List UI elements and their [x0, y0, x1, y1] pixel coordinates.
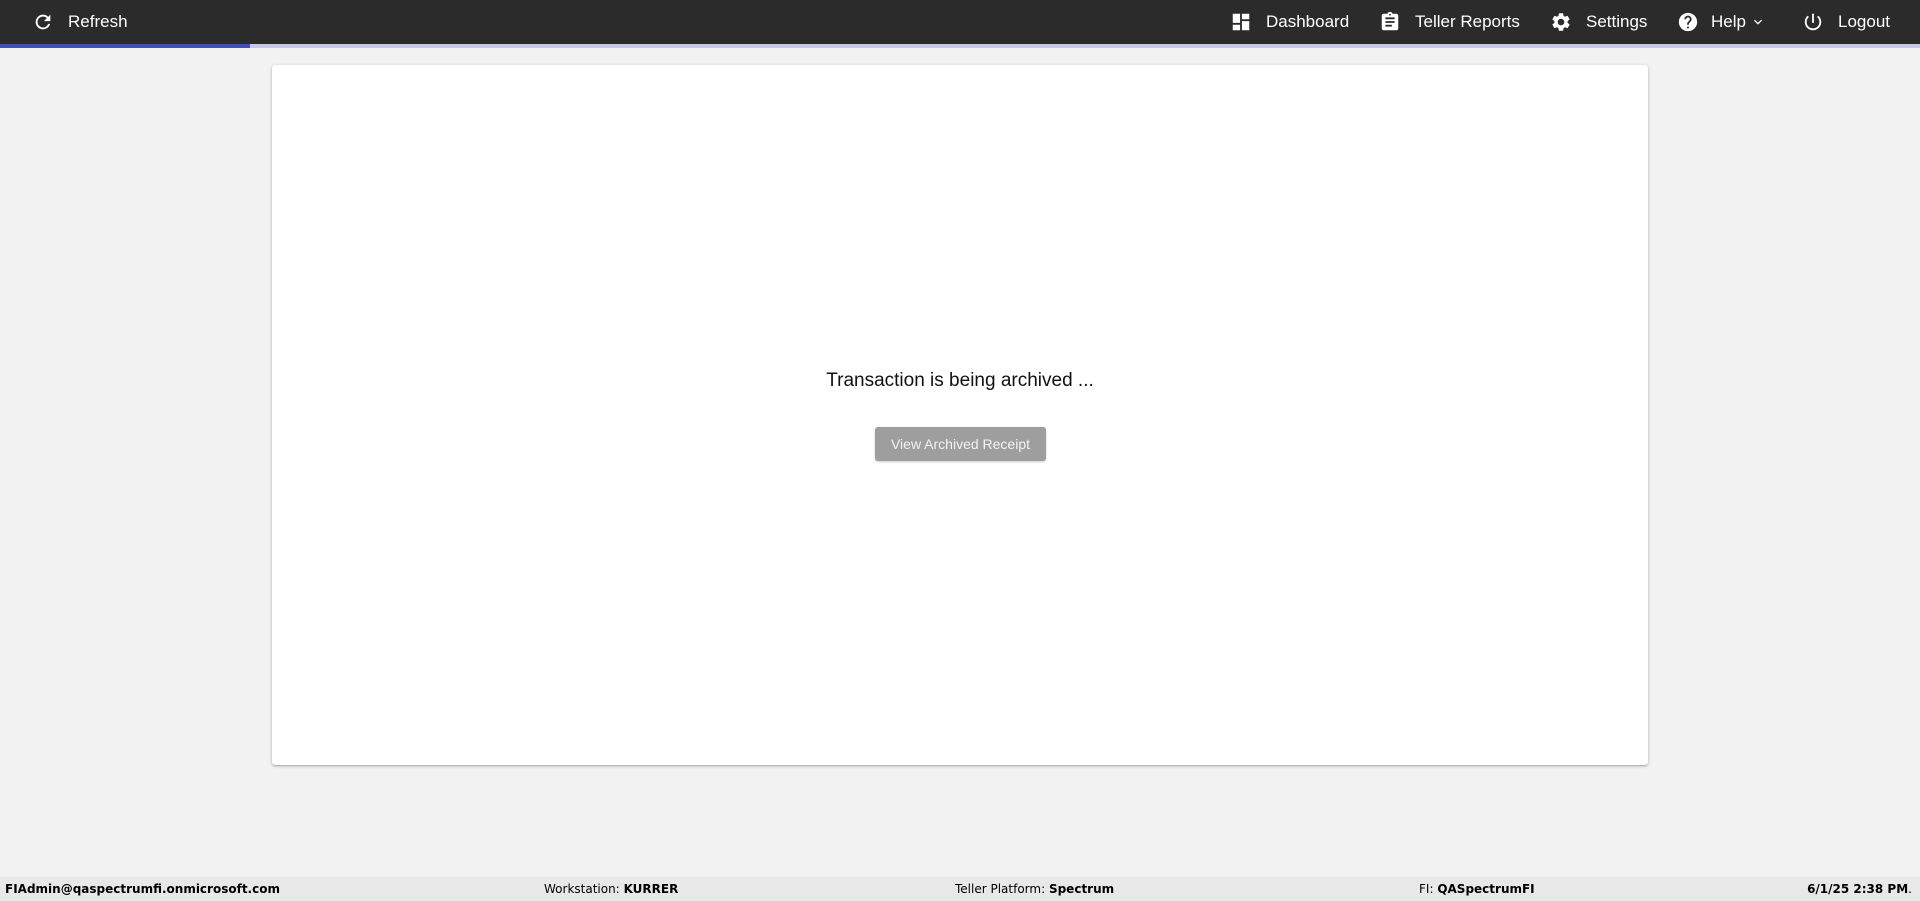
footer-datetime-suffix: .	[1908, 882, 1912, 896]
refresh-button[interactable]: Refresh	[32, 0, 128, 44]
footer-platform-label: Teller Platform:	[955, 882, 1046, 896]
refresh-icon	[32, 11, 54, 33]
loading-progress-bar	[0, 44, 1920, 48]
footer-fi-value: QASpectrumFI	[1437, 882, 1535, 896]
nav-logout[interactable]: Logout	[1802, 0, 1890, 44]
view-archived-receipt-button[interactable]: View Archived Receipt	[875, 427, 1046, 461]
nav-dashboard-label: Dashboard	[1266, 12, 1350, 31]
refresh-label: Refresh	[68, 12, 128, 31]
status-bar: FIAdmin@qaspectrumfi.onmicrosoft.com Wor…	[0, 877, 1920, 901]
top-toolbar: Refresh Dashboard Teller Reports Setting…	[0, 0, 1920, 44]
nav-help-menu[interactable]: Help	[1677, 0, 1766, 44]
archive-status-card: Transaction is being archived ... View A…	[272, 65, 1648, 765]
archive-status-message: Transaction is being archived ...	[826, 370, 1094, 391]
help-circle-icon	[1677, 11, 1699, 33]
nav-teller-reports[interactable]: Teller Reports	[1379, 0, 1520, 44]
nav-settings[interactable]: Settings	[1550, 0, 1647, 44]
footer-fi: FI: QASpectrumFI	[1419, 877, 1535, 901]
gear-icon	[1550, 11, 1572, 33]
power-icon	[1802, 11, 1824, 33]
footer-user-email: FIAdmin@qaspectrumfi.onmicrosoft.com	[5, 882, 280, 896]
footer-workstation: Workstation: KURRER	[544, 877, 678, 901]
clipboard-icon	[1379, 11, 1401, 33]
footer-workstation-value: KURRER	[623, 882, 679, 896]
footer-user: FIAdmin@qaspectrumfi.onmicrosoft.com	[5, 877, 280, 901]
dashboard-icon	[1230, 11, 1252, 33]
footer-platform-value: Spectrum	[1048, 882, 1115, 896]
nav-settings-label: Settings	[1586, 12, 1648, 31]
loading-progress-fill	[0, 44, 250, 48]
footer-datetime-value: 6/1/25 2:38 PM	[1807, 882, 1909, 896]
chevron-down-icon	[1750, 14, 1766, 30]
footer-platform: Teller Platform: Spectrum	[955, 877, 1114, 901]
footer-fi-label: FI:	[1419, 882, 1434, 896]
nav-help-label: Help	[1711, 12, 1746, 31]
footer-datetime: 6/1/25 2:38 PM.	[1807, 877, 1912, 901]
nav-logout-label: Logout	[1838, 12, 1890, 31]
nav-teller-reports-label: Teller Reports	[1415, 12, 1520, 31]
footer-workstation-label: Workstation:	[544, 882, 620, 896]
nav-dashboard[interactable]: Dashboard	[1230, 0, 1349, 44]
